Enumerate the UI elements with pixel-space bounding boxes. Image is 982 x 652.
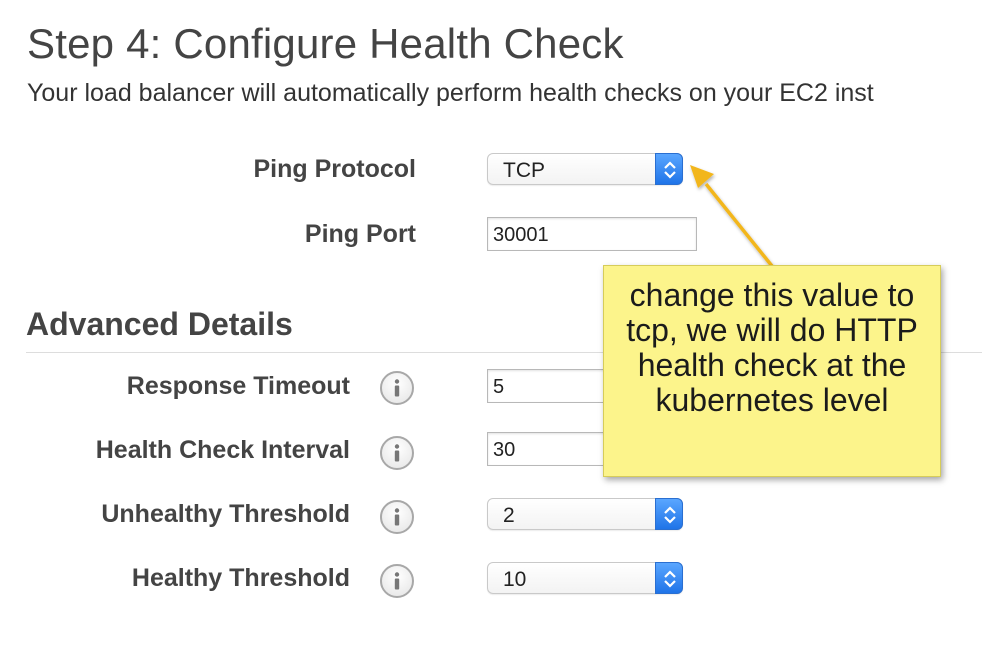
annotation-callout: change this value to tcp, we will do HTT… — [603, 265, 941, 477]
annotation-text: change this value to tcp, we will do HTT… — [626, 277, 918, 418]
